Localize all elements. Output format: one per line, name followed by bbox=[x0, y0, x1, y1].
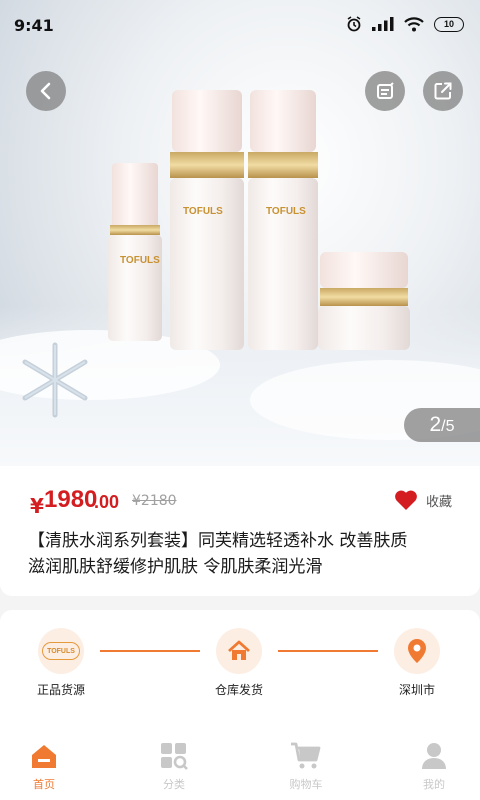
shipping-origin-node: TOFULS bbox=[38, 628, 84, 674]
chevron-left-icon bbox=[40, 82, 51, 100]
shipping-origin-label: 正品货源 bbox=[36, 683, 85, 697]
product-title-line: 滋润肌肤舒缓修护肌肤 令肌肤柔润光滑 bbox=[28, 557, 323, 577]
heart-icon bbox=[395, 490, 417, 510]
tab-home-label: 首页 bbox=[33, 778, 55, 791]
shipping-destination-label: 深圳市 bbox=[398, 683, 435, 697]
back-button[interactable] bbox=[26, 71, 66, 111]
brand-logo-text: TOFULS bbox=[47, 647, 75, 655]
alarm-icon bbox=[347, 16, 361, 32]
status-icons: 10 bbox=[346, 16, 464, 32]
price-integer: 1980 bbox=[44, 486, 98, 513]
product-title-line: 【清肤水润系列套装】同芙精选轻透补水 改善肤质 bbox=[28, 531, 408, 551]
brand-mark: TOFULS bbox=[120, 255, 160, 266]
profile-icon bbox=[422, 743, 446, 769]
status-bar: 9:41 10 bbox=[0, 0, 480, 50]
tab-cart-label: 购物车 bbox=[289, 778, 323, 791]
shipping-connector bbox=[100, 650, 200, 652]
product-photo: TOFULS TOFULS TOFULS bbox=[22, 90, 410, 418]
carousel-current-page: 2 bbox=[429, 413, 442, 436]
favorite-label: 收藏 bbox=[426, 494, 453, 510]
tab-category[interactable]: 分类 bbox=[134, 742, 214, 792]
carousel-page-indicator: 2 /5 bbox=[404, 408, 480, 442]
product-detail-screen: TOFULS TOFULS TOFULS 9:41 10 2 /5 ¥ 1980… bbox=[0, 0, 480, 800]
shipping-warehouse-label: 仓库发货 bbox=[214, 683, 263, 697]
product-cream-jar bbox=[318, 252, 410, 350]
battery-icon: 10 bbox=[434, 16, 464, 32]
home-icon bbox=[228, 640, 250, 660]
favorite-button[interactable]: 收藏 bbox=[394, 489, 452, 511]
home-icon bbox=[32, 745, 56, 768]
brand-mark: TOFULS bbox=[266, 206, 306, 217]
shipping-warehouse-node bbox=[216, 628, 262, 674]
tab-profile-label: 我的 bbox=[423, 778, 445, 791]
shipping-connector bbox=[278, 650, 378, 652]
tab-home[interactable]: 首页 bbox=[4, 742, 84, 792]
shipping-destination-node bbox=[394, 628, 440, 674]
category-icon bbox=[161, 743, 188, 770]
brand-logo-icon: TOFULS bbox=[42, 642, 80, 660]
signal-icon bbox=[372, 17, 394, 31]
tab-category-label: 分类 bbox=[163, 778, 185, 791]
tab-cart[interactable]: 购物车 bbox=[266, 742, 346, 792]
product-bottle-emulsion bbox=[248, 90, 318, 350]
original-price: ¥2180 bbox=[132, 493, 177, 509]
price-currency: ¥ bbox=[30, 494, 44, 518]
cart-icon bbox=[291, 742, 321, 769]
status-time: 9:41 bbox=[14, 16, 54, 35]
carousel-total-pages: /5 bbox=[441, 418, 455, 435]
tab-profile[interactable]: 我的 bbox=[394, 742, 474, 792]
brand-mark: TOFULS bbox=[183, 206, 223, 217]
battery-level: 10 bbox=[443, 19, 454, 29]
product-bottle-toner bbox=[170, 90, 244, 350]
notes-icon bbox=[377, 82, 394, 99]
product-title: 【清肤水润系列套装】同芙精选轻透补水 改善肤质 滋润肌肤舒缓修护肌肤 令肌肤柔润… bbox=[28, 528, 458, 580]
notes-button[interactable] bbox=[365, 71, 405, 111]
share-icon bbox=[434, 82, 452, 100]
wifi-icon bbox=[404, 16, 424, 31]
product-image-carousel[interactable]: TOFULS TOFULS TOFULS 9:41 10 2 /5 bbox=[0, 0, 480, 466]
share-button[interactable] bbox=[423, 71, 463, 111]
price-decimal: .00 bbox=[94, 492, 120, 512]
location-pin-icon bbox=[408, 639, 426, 663]
product-bottle-small bbox=[108, 163, 162, 341]
